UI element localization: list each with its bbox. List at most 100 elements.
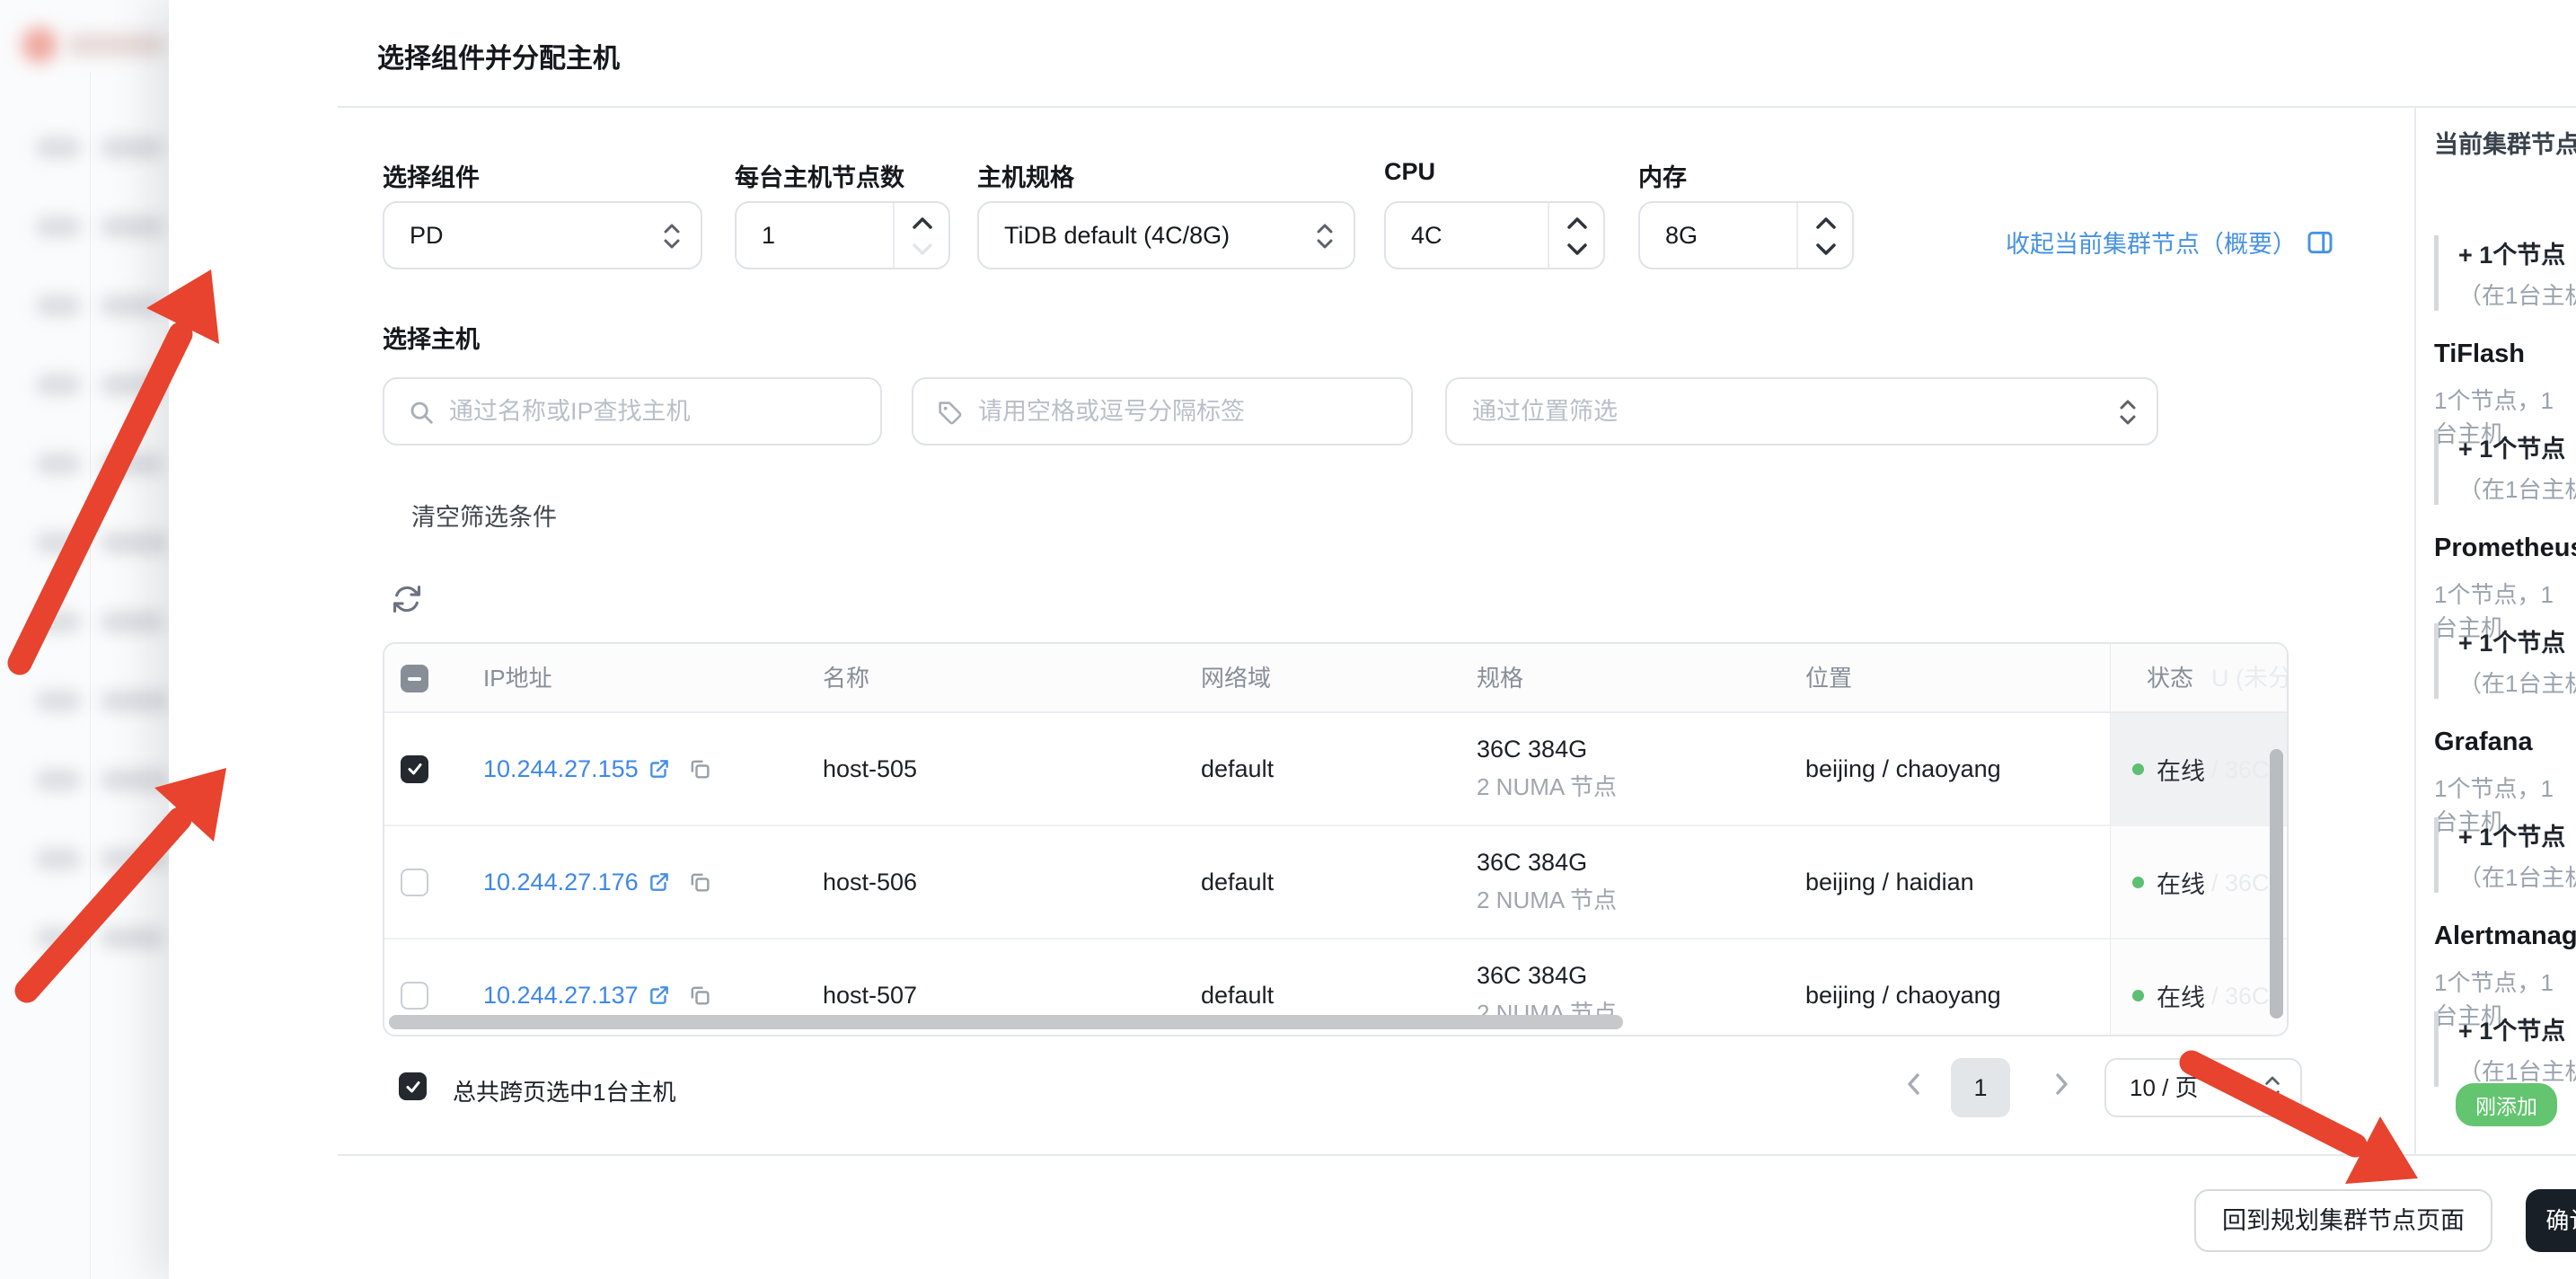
tag-filter-input[interactable]: 请用空格或逗号分隔标签 [912,377,1413,445]
host-domain: default [1201,754,1275,782]
refresh-icon[interactable] [392,584,422,614]
copy-icon[interactable] [687,983,712,1008]
select-across-pages-checkbox[interactable] [399,1072,427,1100]
stepper-controls [1796,203,1852,268]
component-select[interactable]: PD [383,201,702,269]
status-online-dot [2132,763,2144,775]
host-status-cell: / 36C 在线 [2110,939,2287,1035]
sidebar-item-icon-blur [36,611,81,633]
external-link-icon[interactable] [648,870,671,894]
memory-input[interactable]: 8G [1638,201,1854,269]
host-search-placeholder: 通过名称或IP查找主机 [449,398,691,425]
select-all-checkbox[interactable] [401,665,428,692]
spec-sub: 2 NUMA 节点 [1477,886,1618,913]
collapse-summary-link[interactable]: 收起当前集群节点（概要） [2006,225,2334,260]
status-online-dot [2132,876,2144,888]
step-down-icon[interactable] [1813,241,1839,259]
copy-icon[interactable] [687,756,712,781]
header-divider [338,106,2576,108]
sidebar-item-icon-blur [36,690,81,712]
summary-delta-block: + 1个节点 （在1台主机上） [2434,429,2576,505]
table-row[interactable]: 10.244.27.176 host-506 default 36C 384G … [384,826,2287,939]
host-spec-select[interactable]: TiDB default (4C/8G) [977,201,1355,269]
spec-sub: 2 NUMA 节点 [1477,773,1618,800]
pagination-prev-icon[interactable] [1901,1063,1928,1109]
step-down-icon-disabled[interactable] [909,241,936,259]
memory-label: 内存 [1638,164,1687,191]
clear-filters-button[interactable]: 清空筛选条件 [411,498,557,533]
chevron-updown-icon [661,221,683,256]
location-filter-select[interactable]: 通过位置筛选 [1445,377,2158,445]
summary-panel-title: 当前集群节点（概要） [2434,131,2576,158]
host-spec-value: TiDB default (4C/8G) [1004,222,1231,249]
hidden-column-ghost-text: U (未分配 [2211,665,2287,692]
delta-nodes: + 1个节点 [2458,436,2566,463]
row-checkbox[interactable] [401,826,428,938]
app-logo-text-blurred [66,34,165,56]
col-domain: 网络域 [1201,665,1272,692]
delta-nodes: + 1个节点 [2458,242,2566,269]
host-search-input[interactable]: 通过名称或IP查找主机 [383,377,882,445]
confirm-add-pd-button[interactable]: 确认添加 PD [2526,1189,2576,1252]
sidebar-item-label-blur [101,216,163,238]
summary-delta-block: + 1个节点 （在1台主机上） [2434,1011,2576,1087]
table-row[interactable]: 10.244.27.155 host-505 default 36C 384G … [384,713,2287,826]
step-up-icon[interactable] [1813,214,1839,232]
row-checkbox-checked[interactable] [401,713,428,825]
host-name: host-506 [823,868,918,895]
sidebar-item-icon-blur [36,769,81,791]
cpu-value: 4C [1411,222,1442,249]
stepper-controls [893,203,948,268]
host-ip-link[interactable]: 10.244.27.155 [483,713,712,825]
summary-delta-block: + 1个节点 （在1台主机上） [2434,235,2576,311]
copy-icon[interactable] [687,869,712,895]
assign-hosts-modal: 选择组件并分配主机 选择组件 每台主机节点数 主机规格 CPU 内存 PD 1 [169,0,2576,1279]
sidebar-item-icon-blur [36,295,81,317]
step-up-icon[interactable] [909,214,936,232]
external-link-icon[interactable] [648,984,671,1007]
hidden-column-ghost-text: / 36C [2211,869,2270,896]
table-vertical-scrollbar[interactable] [2270,749,2283,1019]
selection-summary-label: 总共跨页选中1台主机 [453,1079,676,1106]
delta-hosts: （在1台主机上） [2458,476,2576,503]
sidebar-item-label-blur [101,374,163,396]
sidebar-item-label-blur [101,769,169,791]
sidebar-item-label-blur [101,611,163,633]
back-to-plan-button[interactable]: 回到规划集群节点页面 [2194,1189,2492,1252]
cpu-label: CPU [1384,158,1436,185]
status-online-dot [2132,989,2144,1001]
step-up-icon[interactable] [1564,214,1591,232]
col-status: 状态 [2147,665,2194,692]
delta-nodes: + 1个节点 [2458,824,2566,851]
summary-group-heading: Grafana [2434,728,2533,756]
nodes-per-host-input[interactable]: 1 [735,201,950,269]
just-added-badge: 刚添加 [2456,1083,2557,1126]
col-name: 名称 [823,665,870,692]
spec-main: 36C 384G [1477,962,1588,989]
pagination-page-1[interactable]: 1 [1951,1058,2010,1117]
delta-nodes: + 1个节点 [2458,1018,2566,1045]
host-status-cell: / 36C 在线 [2110,826,2287,938]
external-link-icon[interactable] [648,757,671,781]
tag-icon [939,401,962,425]
host-ip-link[interactable]: 10.244.27.176 [483,826,712,938]
col-ip: IP地址 [483,665,552,692]
table-header-row: IP地址 名称 网络域 规格 位置 U (未分配 状态 [384,644,2287,713]
chevron-updown-icon [1314,221,1336,256]
panel-right-icon [2307,231,2333,253]
step-down-icon[interactable] [1564,241,1591,259]
sidebar-rail-divider [90,72,91,1279]
search-icon [410,401,433,424]
table-horizontal-scrollbar[interactable] [389,1015,1623,1029]
sidebar-item-icon-blur [36,453,81,475]
pagination-next-icon[interactable] [2048,1063,2075,1109]
ip-text: 10.244.27.176 [483,868,639,895]
screen: 选择组件并分配主机 选择组件 每台主机节点数 主机规格 CPU 内存 PD 1 [0,0,2576,1279]
page-size-select[interactable]: 10 / 页 [2104,1058,2302,1117]
sidebar-item-label-blur [101,690,169,712]
cpu-input[interactable]: 4C [1384,201,1605,269]
col-status-sticky: U (未分配 状态 [2110,644,2287,711]
component-label: 选择组件 [383,164,480,191]
host-location: beijing / haidian [1805,868,1974,895]
spec-main: 36C 384G [1477,736,1588,763]
